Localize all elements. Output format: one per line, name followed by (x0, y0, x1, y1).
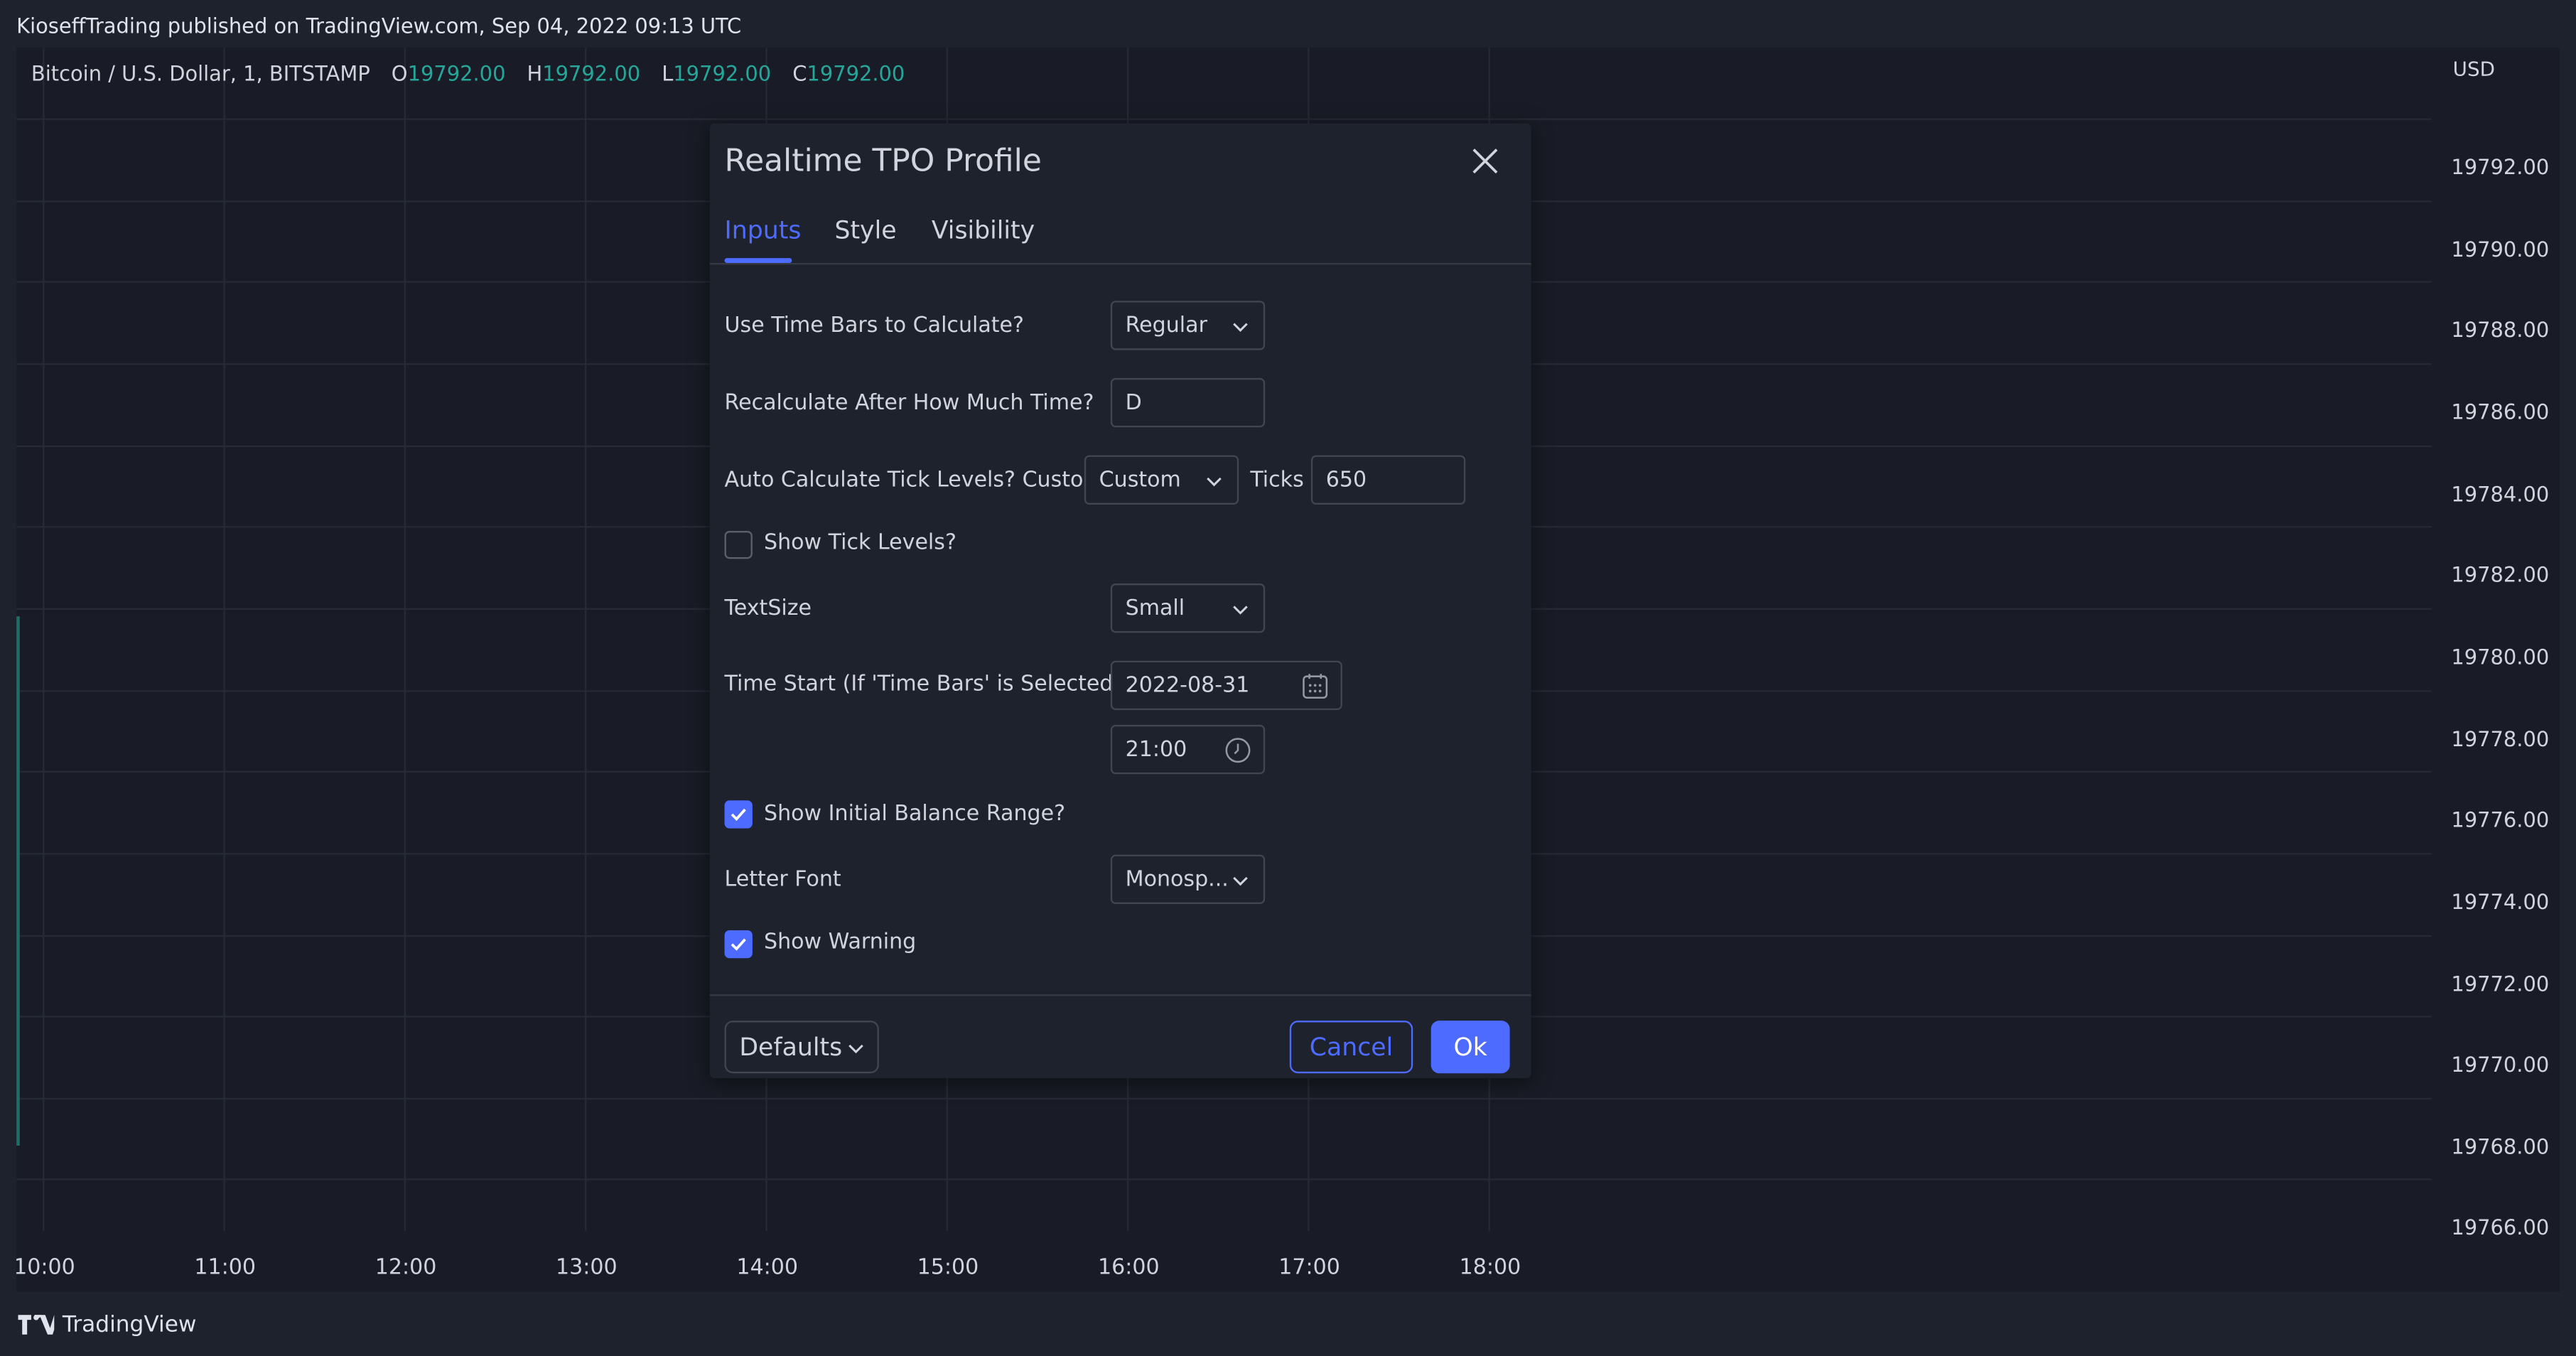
price-label: 19768.00 (2451, 1134, 2550, 1159)
price-label: 19786.00 (2451, 399, 2550, 424)
time-label: 10:00 (16, 1255, 75, 1281)
grid-line (16, 1097, 2432, 1100)
low-key: L (662, 60, 674, 86)
time-label: 15:00 (917, 1255, 979, 1281)
grid-line (223, 48, 225, 1232)
tick-levels-select[interactable]: Custom (1084, 455, 1239, 505)
price-line (16, 616, 20, 1146)
price-label: 19782.00 (2451, 561, 2550, 587)
price-label: 19792.00 (2451, 154, 2550, 180)
chevron-down-icon (848, 1044, 863, 1054)
price-label: 19772.00 (2451, 971, 2550, 996)
price-label: 19776.00 (2451, 807, 2550, 832)
time-start-time-value: 21:00 (1125, 737, 1187, 762)
time-label: 11:00 (194, 1255, 257, 1281)
grid-line (16, 118, 2432, 120)
ticks-value: 650 (1325, 467, 1367, 493)
grid-line (43, 48, 45, 1232)
price-label: 19784.00 (2451, 481, 2550, 507)
brand-name: TradingView (62, 1311, 197, 1338)
time-bars-value: Regular (1125, 313, 1207, 338)
clock-icon[interactable] (1224, 736, 1251, 764)
tick-levels-value: Custom (1099, 467, 1181, 493)
calendar-icon[interactable] (1301, 672, 1329, 700)
time-label: 14:00 (736, 1255, 798, 1281)
letter-font-value: Monosp... (1125, 866, 1229, 892)
time-label: 12:00 (374, 1255, 437, 1281)
time-bars-select[interactable]: Regular (1110, 301, 1266, 350)
chevron-down-icon (1207, 477, 1222, 487)
price-label: 19778.00 (2451, 726, 2550, 751)
ticks-input[interactable]: 650 (1310, 455, 1466, 505)
high-value: 19792.00 (542, 60, 641, 86)
ticks-label: Ticks (1250, 468, 1304, 493)
tradingview-logo-icon (18, 1315, 55, 1335)
recalculate-label: Recalculate After How Much Time? (724, 391, 1094, 416)
price-label: 19774.00 (2451, 889, 2550, 914)
initial-balance-label: Show Initial Balance Range? (764, 802, 1066, 827)
price-label: 19770.00 (2451, 1052, 2550, 1077)
time-start-date-value: 2022-08-31 (1125, 673, 1250, 698)
symbol-name: Bitcoin / U.S. Dollar, 1, BITSTAMP (31, 60, 370, 86)
time-label: 16:00 (1097, 1255, 1160, 1281)
footer-bar: TradingView (0, 1291, 2576, 1356)
ok-button[interactable]: Ok (1430, 1021, 1510, 1074)
grid-line (585, 48, 587, 1232)
tradingview-brand[interactable]: TradingView (18, 1312, 196, 1338)
published-info: KioseffTrading published on TradingView.… (16, 13, 742, 38)
time-start-time-input[interactable]: 21:00 (1110, 724, 1266, 775)
defaults-label: Defaults (739, 1032, 843, 1062)
time-start-label: Time Start (If 'Time Bars' is Selected) (724, 672, 1122, 697)
currency-label[interactable]: USD (2453, 58, 2495, 80)
tick-levels-label: Auto Calculate Tick Levels? Custom? (724, 468, 1116, 493)
price-label: 19780.00 (2451, 644, 2550, 669)
tab-visibility[interactable]: Visibility (932, 215, 1035, 245)
checkmark-icon (731, 938, 746, 951)
chevron-down-icon (1233, 876, 1248, 886)
show-tick-levels-checkbox[interactable] (724, 531, 753, 559)
tabs-divider (709, 263, 1531, 265)
close-key: C (792, 60, 807, 86)
settings-dialog: Realtime TPO Profile Inputs Style Visibi… (709, 123, 1531, 1079)
high-key: H (527, 60, 543, 86)
time-label: 18:00 (1459, 1255, 1521, 1281)
defaults-button[interactable]: Defaults (724, 1021, 879, 1074)
price-label: 19790.00 (2451, 237, 2550, 262)
time-start-date-input[interactable]: 2022-08-31 (1110, 660, 1342, 711)
symbol-legend[interactable]: Bitcoin / U.S. Dollar, 1, BITSTAMP O1979… (31, 61, 905, 86)
open-value: 19792.00 (407, 60, 506, 86)
close-icon[interactable] (1469, 145, 1502, 178)
price-label: 19766.00 (2451, 1215, 2550, 1239)
open-key: O (391, 60, 408, 86)
grid-line (404, 48, 406, 1232)
tab-style[interactable]: Style (834, 215, 896, 245)
low-value: 19792.00 (673, 60, 772, 86)
price-label: 19788.00 (2451, 317, 2550, 343)
chevron-down-icon (1233, 323, 1248, 332)
time-label: 13:00 (556, 1255, 618, 1281)
close-value: 19792.00 (807, 60, 905, 86)
textsize-value: Small (1125, 596, 1185, 621)
cancel-button[interactable]: Cancel (1289, 1021, 1413, 1074)
textsize-select[interactable]: Small (1110, 583, 1266, 633)
letter-font-select[interactable]: Monosp... (1110, 854, 1266, 904)
time-label: 17:00 (1278, 1255, 1340, 1281)
show-warning-label: Show Warning (764, 930, 917, 955)
recalculate-value: D (1125, 390, 1142, 415)
footer-divider (709, 994, 1531, 996)
active-tab-indicator (724, 258, 792, 264)
letter-font-label: Letter Font (724, 868, 841, 893)
recalculate-input[interactable]: D (1110, 377, 1266, 428)
time-bars-label: Use Time Bars to Calculate? (724, 313, 1025, 339)
chevron-down-icon (1233, 606, 1248, 615)
show-warning-checkbox[interactable] (724, 930, 753, 959)
show-tick-levels-label: Show Tick Levels? (764, 531, 956, 556)
dialog-title: Realtime TPO Profile (724, 143, 1042, 180)
initial-balance-checkbox[interactable] (724, 800, 753, 829)
checkmark-icon (731, 808, 746, 822)
tab-inputs[interactable]: Inputs (725, 215, 802, 245)
grid-line (16, 1178, 2432, 1180)
top-bar: KioseffTrading published on TradingView.… (0, 0, 2576, 48)
textsize-label: TextSize (724, 596, 812, 622)
